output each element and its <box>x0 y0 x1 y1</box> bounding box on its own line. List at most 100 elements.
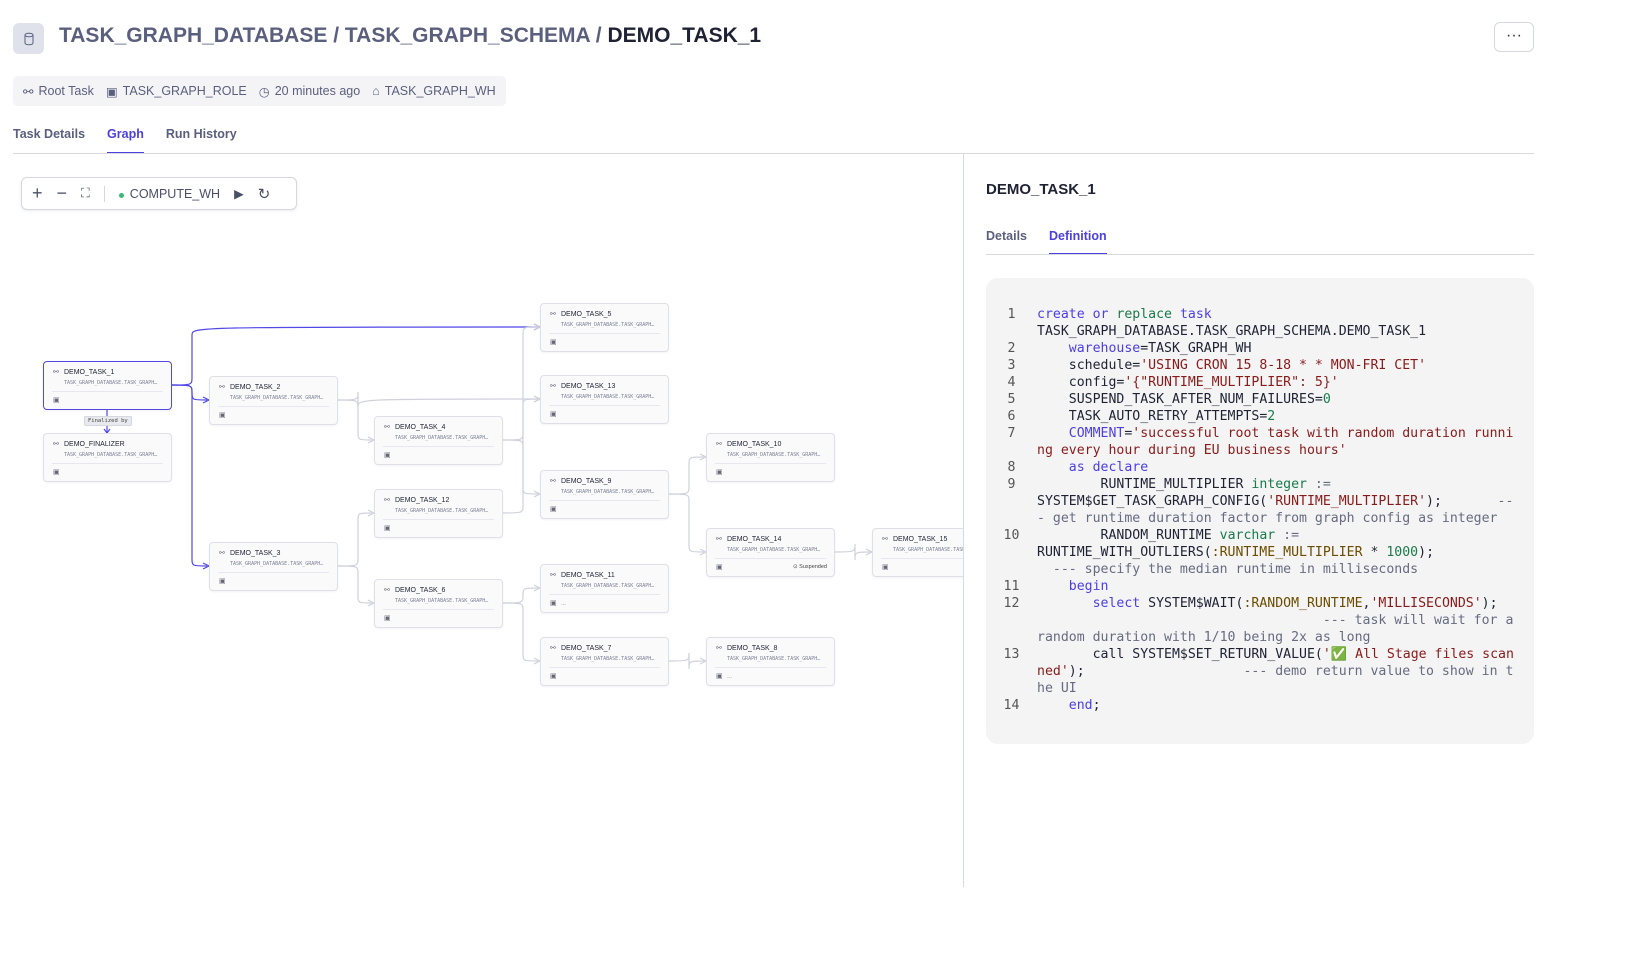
code-token: call SYSTEM$SET_RETURN_VALUE( <box>1037 647 1323 662</box>
task-icon: ⚯ <box>882 536 888 543</box>
code-line: 3 schedule='USING CRON 15 8-18 * * MON-F… <box>986 357 1534 374</box>
graph-edge <box>668 493 705 553</box>
code-line: 7 COMMENT='successful root task with ran… <box>986 425 1534 459</box>
task-icon: ⚯ <box>716 536 722 543</box>
code-line: 2 warehouse=TASK_GRAPH_WH <box>986 340 1534 357</box>
task-node[interactable]: ⚯ DEMO_TASK_15 TASK_GRAPH_DATABASE.TASK_… <box>872 528 963 577</box>
line-number: 8 <box>1007 460 1016 475</box>
warehouse-icon: ▣ <box>550 600 557 607</box>
code-text: RUNTIME_MULTIPLIER integer := SYSTEM$GET… <box>1037 476 1517 527</box>
code-line: 4 config='{"RUNTIME_MULTIPLIER": 5}' <box>986 374 1534 391</box>
breadcrumb-database[interactable]: TASK_GRAPH_DATABASE <box>59 24 327 47</box>
node-divider <box>549 594 660 595</box>
task-node[interactable]: ⚯ DEMO_TASK_6 TASK_GRAPH_DATABASE.TASK_G… <box>374 579 503 628</box>
line-number: 1 <box>1007 307 1016 322</box>
code-text: as declare <box>1037 459 1517 476</box>
code-text: end; <box>1037 697 1517 714</box>
tab-graph[interactable]: Graph <box>107 127 144 154</box>
task-node[interactable]: ⚯ DEMO_FINALIZER TASK_GRAPH_DATABASE.TAS… <box>43 433 172 482</box>
tab-definition[interactable]: Definition <box>1049 229 1107 255</box>
task-node-name: DEMO_TASK_15 <box>893 536 948 543</box>
code-token: RUNTIME_MULTIPLIER <box>1037 477 1252 492</box>
task-node-path: TASK_GRAPH_DATABASE.TASK_GRAPH… <box>64 380 158 386</box>
task-node-name: DEMO_TASK_7 <box>561 645 612 652</box>
node-divider <box>549 667 660 668</box>
warehouse-icon: ▣ <box>550 506 557 513</box>
code-line: 8 as declare <box>986 459 1534 476</box>
code-token: end <box>1068 698 1093 713</box>
warehouse-icon: ▣ <box>716 673 723 680</box>
task-icon: ⚯ <box>550 478 556 485</box>
warehouse-icon: ▣ <box>219 412 226 419</box>
code-line: 1 create or replace task TASK_GRAPH_DATAB… <box>986 306 1534 340</box>
task-node[interactable]: ⚯ DEMO_TASK_12 TASK_GRAPH_DATABASE.TASK_… <box>374 489 503 538</box>
graph-canvas[interactable]: Finalized by ⚯ DEMO_TASK_1 TASK_GRAPH_DA… <box>0 154 963 887</box>
code-line: 6 TASK_AUTO_RETRY_ATTEMPTS=2 <box>986 408 1534 425</box>
task-node-path: TASK_GRAPH_DATABASE.TASK_GRAPH… <box>893 547 963 553</box>
warehouse-icon: ▣ <box>219 578 226 585</box>
tab-task-details[interactable]: Task Details <box>13 127 85 154</box>
code-token: ); <box>1426 494 1498 509</box>
task-node-name: DEMO_TASK_11 <box>561 572 615 579</box>
code-token: COMMENT <box>1068 426 1125 441</box>
task-warehouse: TASK_GRAPH_WH <box>384 84 496 98</box>
code-text: SUSPEND_TASK_AFTER_NUM_FAILURES=0 <box>1037 391 1517 408</box>
task-node-name: DEMO_TASK_14 <box>727 536 782 543</box>
code-token: := <box>1275 528 1300 543</box>
tab-run-history[interactable]: Run History <box>166 127 237 154</box>
task-node[interactable]: ⚯ DEMO_TASK_13 TASK_GRAPH_DATABASE.TASK_… <box>540 375 669 424</box>
warehouse-icon: ▣ <box>550 411 557 418</box>
panel-divider <box>963 154 964 887</box>
node-divider <box>715 558 826 559</box>
code-token: :RANDOM_RUNTIME <box>1243 596 1363 611</box>
task-node[interactable]: ⚯ DEMO_TASK_4 TASK_GRAPH_DATABASE.TASK_G… <box>374 416 503 465</box>
task-node[interactable]: ⚯ DEMO_TASK_7 TASK_GRAPH_DATABASE.TASK_G… <box>540 637 669 686</box>
task-node[interactable]: ⚯ DEMO_TASK_8 TASK_GRAPH_DATABASE.TASK_G… <box>706 637 835 686</box>
more-options-button[interactable]: ··· <box>1494 22 1534 52</box>
task-graph-icon: ⚯ <box>23 84 34 99</box>
task-node-name: DEMO_TASK_2 <box>230 384 281 391</box>
status-badge: ⊙ Suspended <box>793 564 827 570</box>
code-token: select <box>1092 596 1141 611</box>
code-token: 'RUNTIME_MULTIPLIER' <box>1267 494 1427 509</box>
warehouse-icon: ▣ <box>882 564 889 571</box>
refresh-icon[interactable]: ↻ <box>258 185 271 203</box>
zoom-out-icon[interactable]: − <box>57 183 68 204</box>
tab-details[interactable]: Details <box>986 229 1027 255</box>
code-token: as declare <box>1068 460 1149 475</box>
fit-view-icon[interactable]: ⛶ <box>81 186 90 201</box>
line-number: 4 <box>1007 375 1016 390</box>
code-token: ); <box>1068 664 1244 679</box>
task-icon: ⚯ <box>53 369 59 376</box>
task-node[interactable]: ⚯ DEMO_TASK_14 TASK_GRAPH_DATABASE.TASK_… <box>706 528 835 577</box>
task-node[interactable]: ⚯ DEMO_TASK_1 TASK_GRAPH_DATABASE.TASK_G… <box>43 361 172 410</box>
code-text: TASK_AUTO_RETRY_ATTEMPTS=2 <box>1037 408 1517 425</box>
run-icon[interactable]: ▶ <box>234 186 244 201</box>
graph-toolbar: + − ⛶ COMPUTE_WH ▶ ↻ <box>21 177 297 210</box>
code-line: 11 begin <box>986 578 1534 595</box>
zoom-in-icon[interactable]: + <box>32 183 43 204</box>
warehouse-selector[interactable]: COMPUTE_WH <box>118 186 221 201</box>
code-token: create or <box>1037 307 1117 322</box>
code-text: warehouse=TASK_GRAPH_WH <box>1037 340 1517 357</box>
code-token: SUSPEND_TASK_AFTER_NUM_FAILURES= <box>1037 392 1323 407</box>
task-node[interactable]: ⚯ DEMO_TASK_9 TASK_GRAPH_DATABASE.TASK_G… <box>540 470 669 519</box>
graph-edge <box>171 384 208 401</box>
task-node[interactable]: ⚯ DEMO_TASK_10 TASK_GRAPH_DATABASE.TASK_… <box>706 433 835 482</box>
task-icon: ⚯ <box>550 645 556 652</box>
task-node-name: DEMO_TASK_13 <box>561 383 616 390</box>
task-node[interactable]: ⚯ DEMO_TASK_2 TASK_GRAPH_DATABASE.TASK_G… <box>209 376 338 425</box>
code-token: =TASK_GRAPH_WH <box>1140 341 1252 356</box>
graph-edge <box>834 543 871 561</box>
warehouse-name: COMPUTE_WH <box>129 186 221 201</box>
code-token: varchar <box>1219 528 1276 543</box>
task-icon: ⚯ <box>384 497 390 504</box>
task-node-name: DEMO_TASK_5 <box>561 311 612 318</box>
task-node[interactable]: ⚯ DEMO_TASK_5 TASK_GRAPH_DATABASE.TASK_G… <box>540 303 669 352</box>
task-node[interactable]: ⚯ DEMO_TASK_3 TASK_GRAPH_DATABASE.TASK_G… <box>209 542 338 591</box>
breadcrumb-schema[interactable]: TASK_GRAPH_SCHEMA <box>345 24 590 47</box>
line-number: 13 <box>1003 647 1020 662</box>
task-node[interactable]: ⚯ DEMO_TASK_11 TASK_GRAPH_DATABASE.TASK_… <box>540 564 669 613</box>
task-node-name: DEMO_TASK_4 <box>395 424 446 431</box>
